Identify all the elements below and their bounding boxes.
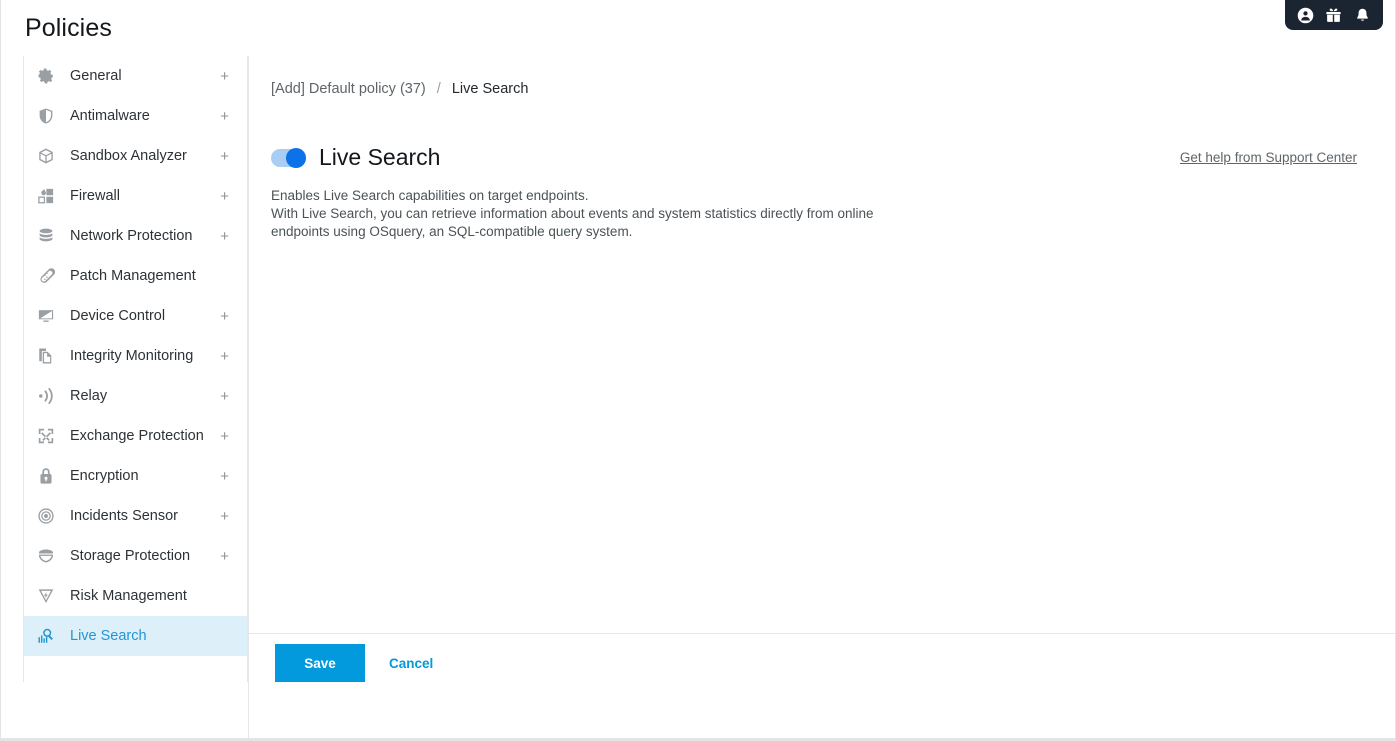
risk-bolt-icon — [36, 586, 56, 606]
expand-plus-icon[interactable]: + — [220, 69, 229, 84]
live-search-icon — [36, 626, 56, 646]
expand-plus-icon[interactable]: + — [220, 229, 229, 244]
sidebar-item-label: Sandbox Analyzer — [70, 148, 187, 164]
section-title: Live Search — [319, 144, 441, 170]
sidebar-item-label: Encryption — [70, 468, 139, 484]
sidebar-item-label: Patch Management — [70, 268, 196, 284]
account-icon[interactable] — [1297, 7, 1314, 24]
sidebar-item-live-search[interactable]: Live Search — [24, 616, 247, 656]
sidebar-item-encryption[interactable]: Encryption + — [24, 456, 247, 496]
sidebar-item-label: Network Protection — [70, 228, 193, 244]
sidebar-item-general[interactable]: General + — [24, 56, 247, 96]
lock-icon — [36, 466, 56, 486]
bandage-icon — [36, 266, 56, 286]
expand-plus-icon[interactable]: + — [220, 109, 229, 124]
cancel-button[interactable]: Cancel — [389, 644, 433, 682]
database-stack-icon — [36, 226, 56, 246]
gift-icon[interactable] — [1325, 7, 1342, 24]
expand-plus-icon[interactable]: + — [220, 309, 229, 324]
radar-target-icon — [36, 506, 56, 526]
live-search-section-header: Live Search — [271, 144, 440, 171]
sidebar-item-label: Exchange Protection — [70, 428, 204, 444]
bell-icon[interactable] — [1354, 7, 1371, 24]
monitor-icon — [36, 306, 56, 326]
breadcrumb-separator: / — [436, 81, 441, 97]
expand-plus-icon[interactable]: + — [220, 349, 229, 364]
description-line-2: With Live Search, you can retrieve infor… — [271, 206, 874, 239]
expand-plus-icon[interactable]: + — [220, 549, 229, 564]
policy-sections-sidebar: General + Antimalware + Sandbox Analyzer… — [23, 56, 248, 682]
policies-page: Policies General + Antimalware + Sandbox… — [0, 0, 1396, 741]
sidebar-item-label: Firewall — [70, 188, 120, 204]
exchange-arrows-icon — [36, 426, 56, 446]
breadcrumb-parent[interactable]: [Add] Default policy (37) — [271, 81, 426, 97]
firewall-blocks-icon — [36, 186, 56, 206]
gear-icon — [36, 66, 56, 86]
page-title: Policies — [25, 14, 112, 42]
shield-icon — [36, 106, 56, 126]
copy-pages-icon — [36, 346, 56, 366]
sidebar-item-label: Incidents Sensor — [70, 508, 179, 524]
main-content-panel: [Add] Default policy (37) / Live Search … — [248, 56, 1395, 738]
expand-plus-icon[interactable]: + — [220, 189, 229, 204]
sidebar-item-device-control[interactable]: Device Control + — [24, 296, 247, 336]
sidebar-item-exchange-protection[interactable]: Exchange Protection + — [24, 416, 247, 456]
sidebar-item-label: Risk Management — [70, 588, 187, 604]
support-center-link[interactable]: Get help from Support Center — [1180, 150, 1357, 165]
broadcast-icon — [36, 386, 56, 406]
cube-icon — [36, 146, 56, 166]
expand-plus-icon[interactable]: + — [220, 429, 229, 444]
sidebar-item-patch-management[interactable]: Patch Management — [24, 256, 247, 296]
storage-shield-icon — [36, 546, 56, 566]
form-footer: Save Cancel — [249, 633, 1395, 738]
sidebar-item-label: Live Search — [70, 628, 147, 644]
expand-plus-icon[interactable]: + — [220, 509, 229, 524]
save-button[interactable]: Save — [275, 644, 365, 682]
sidebar-item-risk-management[interactable]: Risk Management — [24, 576, 247, 616]
breadcrumb: [Add] Default policy (37) / Live Search — [271, 81, 528, 97]
sidebar-item-label: General — [70, 68, 122, 84]
sidebar-item-antimalware[interactable]: Antimalware + — [24, 96, 247, 136]
description-line-1: Enables Live Search capabilities on targ… — [271, 188, 589, 203]
section-description: Enables Live Search capabilities on targ… — [271, 187, 896, 241]
expand-plus-icon[interactable]: + — [220, 469, 229, 484]
sidebar-item-incidents-sensor[interactable]: Incidents Sensor + — [24, 496, 247, 536]
sidebar-item-integrity-monitoring[interactable]: Integrity Monitoring + — [24, 336, 247, 376]
expand-plus-icon[interactable]: + — [220, 389, 229, 404]
sidebar-item-label: Device Control — [70, 308, 166, 324]
sidebar-item-label: Antimalware — [70, 108, 150, 124]
breadcrumb-current: Live Search — [451, 81, 529, 97]
live-search-toggle[interactable] — [271, 147, 306, 168]
sidebar-item-label: Storage Protection — [70, 548, 191, 564]
sidebar-item-firewall[interactable]: Firewall + — [24, 176, 247, 216]
toggle-knob — [286, 147, 306, 168]
sidebar-item-label: Relay — [70, 388, 108, 404]
sidebar-item-storage-protection[interactable]: Storage Protection + — [24, 536, 247, 576]
sidebar-item-network-protection[interactable]: Network Protection + — [24, 216, 247, 256]
sidebar-item-sandbox-analyzer[interactable]: Sandbox Analyzer + — [24, 136, 247, 176]
top-icon-bar — [1285, 0, 1383, 30]
expand-plus-icon[interactable]: + — [220, 149, 229, 164]
sidebar-item-relay[interactable]: Relay + — [24, 376, 247, 416]
sidebar-item-label: Integrity Monitoring — [70, 348, 194, 364]
